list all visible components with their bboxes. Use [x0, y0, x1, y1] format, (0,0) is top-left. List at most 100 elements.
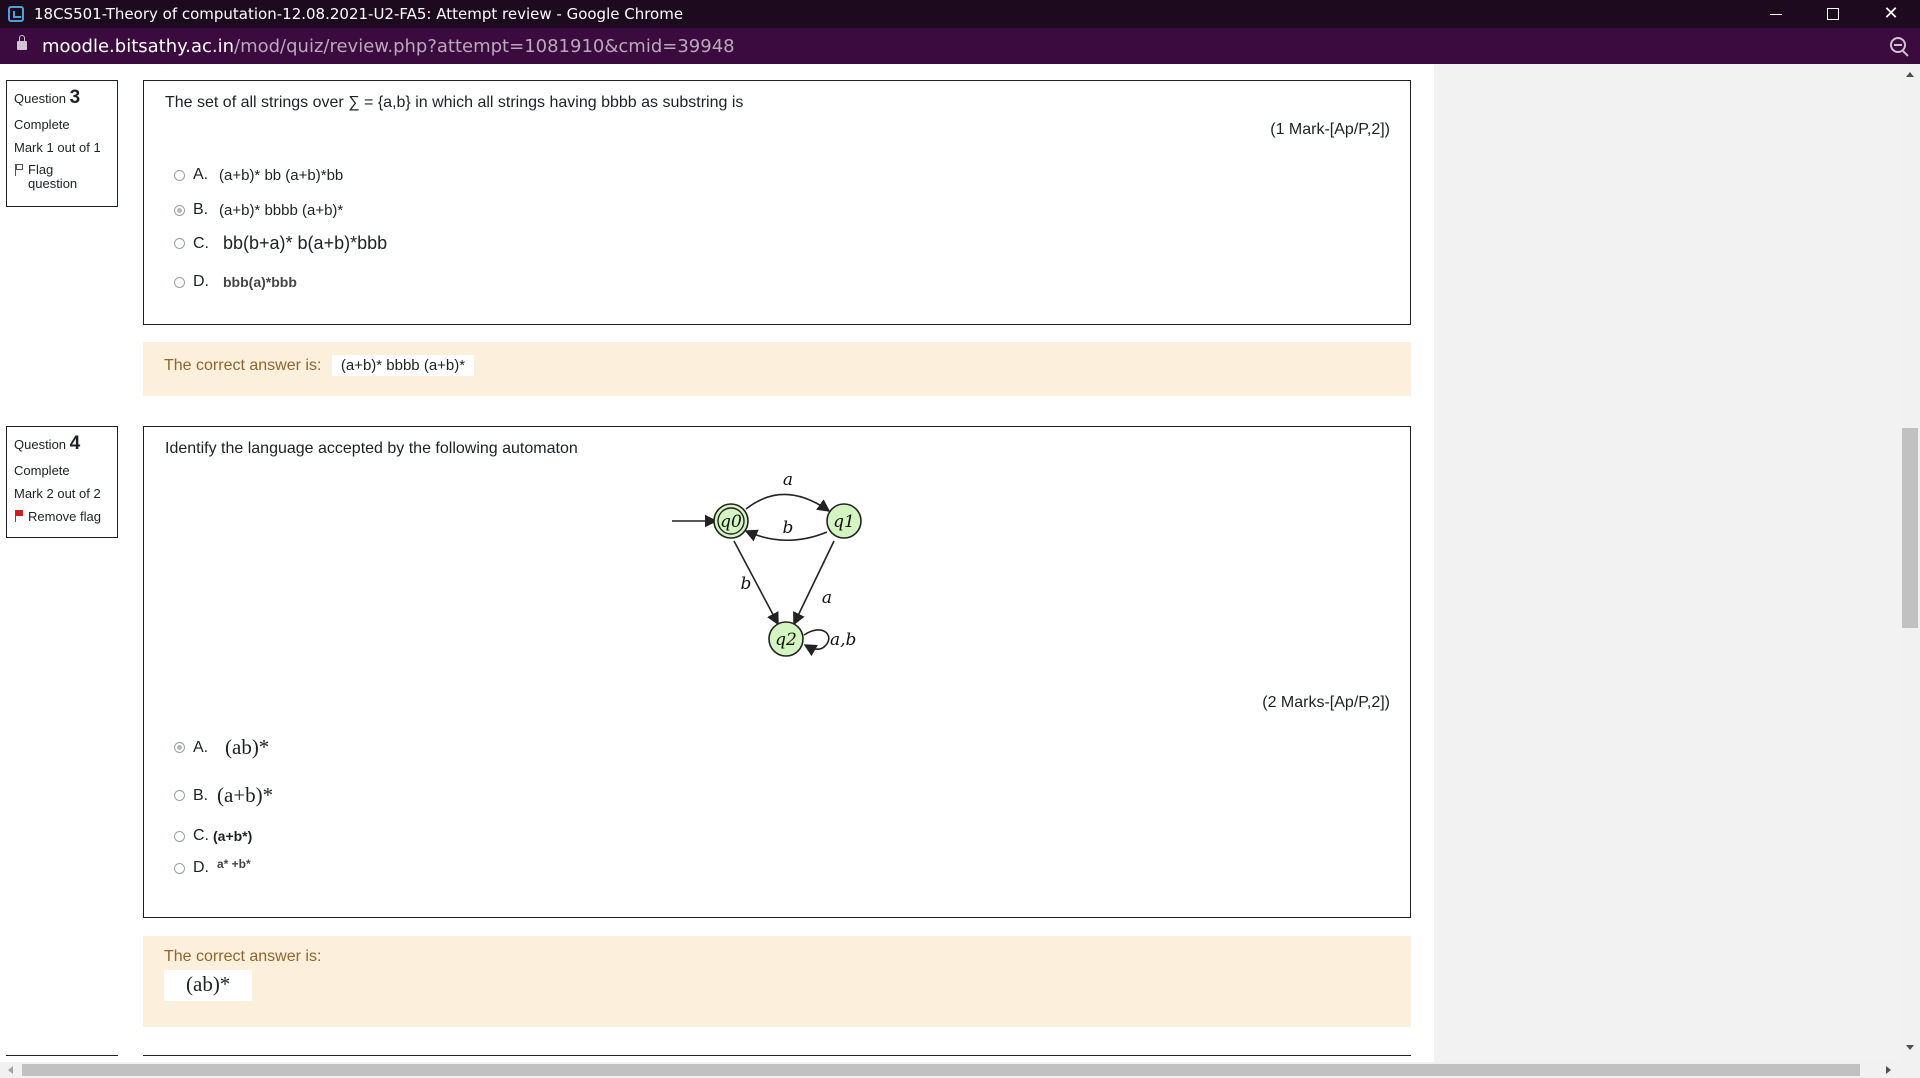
scroll-up-icon[interactable]	[1906, 72, 1914, 77]
question-number: Question 4	[14, 433, 110, 455]
option-text: (a+b)* bbbb (a+b)*	[219, 201, 344, 219]
option-text: (a+b*)	[213, 828, 253, 844]
question-content-3: The set of all strings over ∑ = {a,b} in…	[143, 80, 1411, 325]
option-c[interactable]: C. bb(b+a)* b(a+b)*bbb	[174, 233, 387, 254]
question-text: Identify the language accepted by the fo…	[165, 440, 578, 457]
restore-icon	[1827, 8, 1839, 20]
url-path: /mod/quiz/review.php?attempt=1081910&cmi…	[234, 36, 735, 57]
question-feedback-3: The correct answer is: (a+b)* bbbb (a+b)…	[143, 342, 1411, 396]
radio-c[interactable]	[174, 830, 185, 842]
question-state: Complete	[14, 463, 70, 478]
edge-label-q1-q0: b	[783, 518, 794, 538]
edge-label-q0-q1: a	[783, 470, 793, 490]
option-d[interactable]: D. a* +b*	[174, 857, 251, 877]
horizontal-scrollbar[interactable]	[0, 1062, 1920, 1078]
url-host: moodle.bitsathy.ac.in	[42, 36, 235, 57]
question-content-4: Identify the language accepted by the fo…	[143, 426, 1411, 918]
radio-b[interactable]	[174, 204, 185, 216]
correct-answer-label: The correct answer is:	[164, 357, 322, 374]
edge-label-q2-self: a,b	[830, 630, 856, 650]
vertical-scroll-thumb[interactable]	[1902, 428, 1918, 628]
radio-d[interactable]	[174, 276, 185, 288]
next-question-content-edge	[143, 1055, 1411, 1062]
option-letter: C.	[193, 234, 209, 252]
option-c[interactable]: C. (a+b*)	[174, 827, 252, 845]
option-b[interactable]: B. (a+b)*	[174, 783, 273, 808]
option-a[interactable]: A. (a+b)* bb (a+b)*bb	[174, 166, 343, 184]
chrome-app-icon	[8, 6, 24, 22]
radio-a[interactable]	[174, 742, 185, 753]
next-question-info-edge	[6, 1055, 118, 1062]
edge-label-q1-q2: a	[822, 588, 832, 608]
question-label: Question	[14, 437, 67, 452]
state-label-q1: q1	[833, 512, 855, 532]
option-letter: C.	[193, 827, 209, 844]
state-label-q0: q0	[720, 512, 742, 532]
automaton-diagram: q0 q1 q2 a b b a a,b	[672, 470, 862, 657]
option-text: bbb(a)*bbb	[223, 274, 297, 290]
remove-flag-label: Remove flag	[28, 509, 101, 524]
url-field[interactable]: moodle.bitsathy.ac.in/mod/quiz/review.ph…	[42, 36, 735, 57]
flag-outline-icon	[14, 164, 24, 176]
question-label: Question	[14, 91, 67, 106]
option-text: (a+b)*	[217, 783, 274, 807]
scroll-down-icon[interactable]	[1906, 1045, 1914, 1050]
question-grade: Mark 1 out of 1	[14, 140, 101, 155]
edge-label-q0-q2: b	[741, 574, 752, 594]
window-title: 18CS501-Theory of computation-12.08.2021…	[34, 5, 684, 23]
option-letter: B.	[193, 201, 209, 218]
question-number: Question 3	[14, 87, 110, 109]
option-letter: A.	[193, 738, 209, 756]
marks-note: (1 Mark-[Ap/P,2])	[1270, 121, 1390, 138]
option-letter: D.	[193, 273, 209, 290]
option-letter: D.	[193, 859, 209, 876]
vertical-scrollbar[interactable]	[1900, 64, 1920, 1062]
address-bar: moodle.bitsathy.ac.in/mod/quiz/review.ph…	[0, 28, 1920, 64]
state-q0: q0	[713, 503, 749, 539]
scroll-left-icon[interactable]	[8, 1066, 13, 1074]
question-info-3: Question 3 Complete Mark 1 out of 1 Flag…	[6, 80, 118, 207]
option-d[interactable]: D. bbb(a)*bbb	[174, 273, 297, 291]
option-text: (a+b)* bb (a+b)*bb	[219, 166, 344, 184]
flag-filled-icon	[14, 510, 24, 522]
scroll-right-icon[interactable]	[1886, 1066, 1891, 1074]
option-text: a* +b*	[217, 857, 251, 871]
state-q2: q2	[768, 621, 804, 657]
remove-flag-link[interactable]: Remove flag	[14, 509, 110, 524]
edge-q1-q2	[793, 540, 835, 626]
correct-answer: (ab)*	[164, 970, 253, 1001]
question-number-value: 4	[69, 433, 81, 454]
option-letter: A.	[193, 166, 209, 183]
close-button[interactable]: ✕	[1862, 0, 1920, 28]
question-feedback-4: The correct answer is: (ab)*	[143, 936, 1411, 1027]
state-q1: q1	[826, 503, 862, 539]
right-side-panel	[1434, 64, 1900, 1062]
maximize-button[interactable]	[1804, 0, 1862, 28]
correct-answer-label: The correct answer is:	[164, 948, 322, 965]
zoom-icon[interactable]	[1890, 37, 1906, 53]
horizontal-scroll-thumb[interactable]	[22, 1064, 1860, 1076]
option-text: (ab)*	[225, 735, 270, 759]
option-b[interactable]: B. (a+b)* bbbb (a+b)*	[174, 201, 343, 219]
lock-icon[interactable]	[17, 35, 27, 50]
flag-question-link[interactable]: Flag question	[14, 163, 110, 191]
close-icon: ✕	[1883, 3, 1899, 24]
marks-note: (2 Marks-[Ap/P,2])	[1262, 694, 1390, 711]
minimize-button[interactable]	[1747, 0, 1805, 28]
radio-b[interactable]	[174, 790, 185, 801]
window-titlebar: 18CS501-Theory of computation-12.08.2021…	[0, 0, 1920, 28]
question-text: The set of all strings over ∑ = {a,b} in…	[165, 94, 744, 111]
question-grade: Mark 2 out of 2	[14, 486, 101, 501]
option-a[interactable]: A. (ab)*	[174, 735, 269, 760]
question-state: Complete	[14, 117, 70, 132]
edge-q2-self-loop	[803, 629, 830, 657]
question-info-4: Question 4 Complete Mark 2 out of 2 Remo…	[6, 426, 118, 538]
radio-d[interactable]	[174, 862, 185, 874]
flag-question-label: Flag question	[28, 162, 78, 191]
radio-c[interactable]	[174, 238, 185, 249]
question-number-value: 3	[69, 87, 81, 108]
radio-a[interactable]	[174, 169, 185, 181]
minimize-icon	[1770, 13, 1782, 15]
state-label-q2: q2	[775, 630, 797, 650]
page-viewport: Question 3 Complete Mark 1 out of 1 Flag…	[0, 64, 1900, 1062]
